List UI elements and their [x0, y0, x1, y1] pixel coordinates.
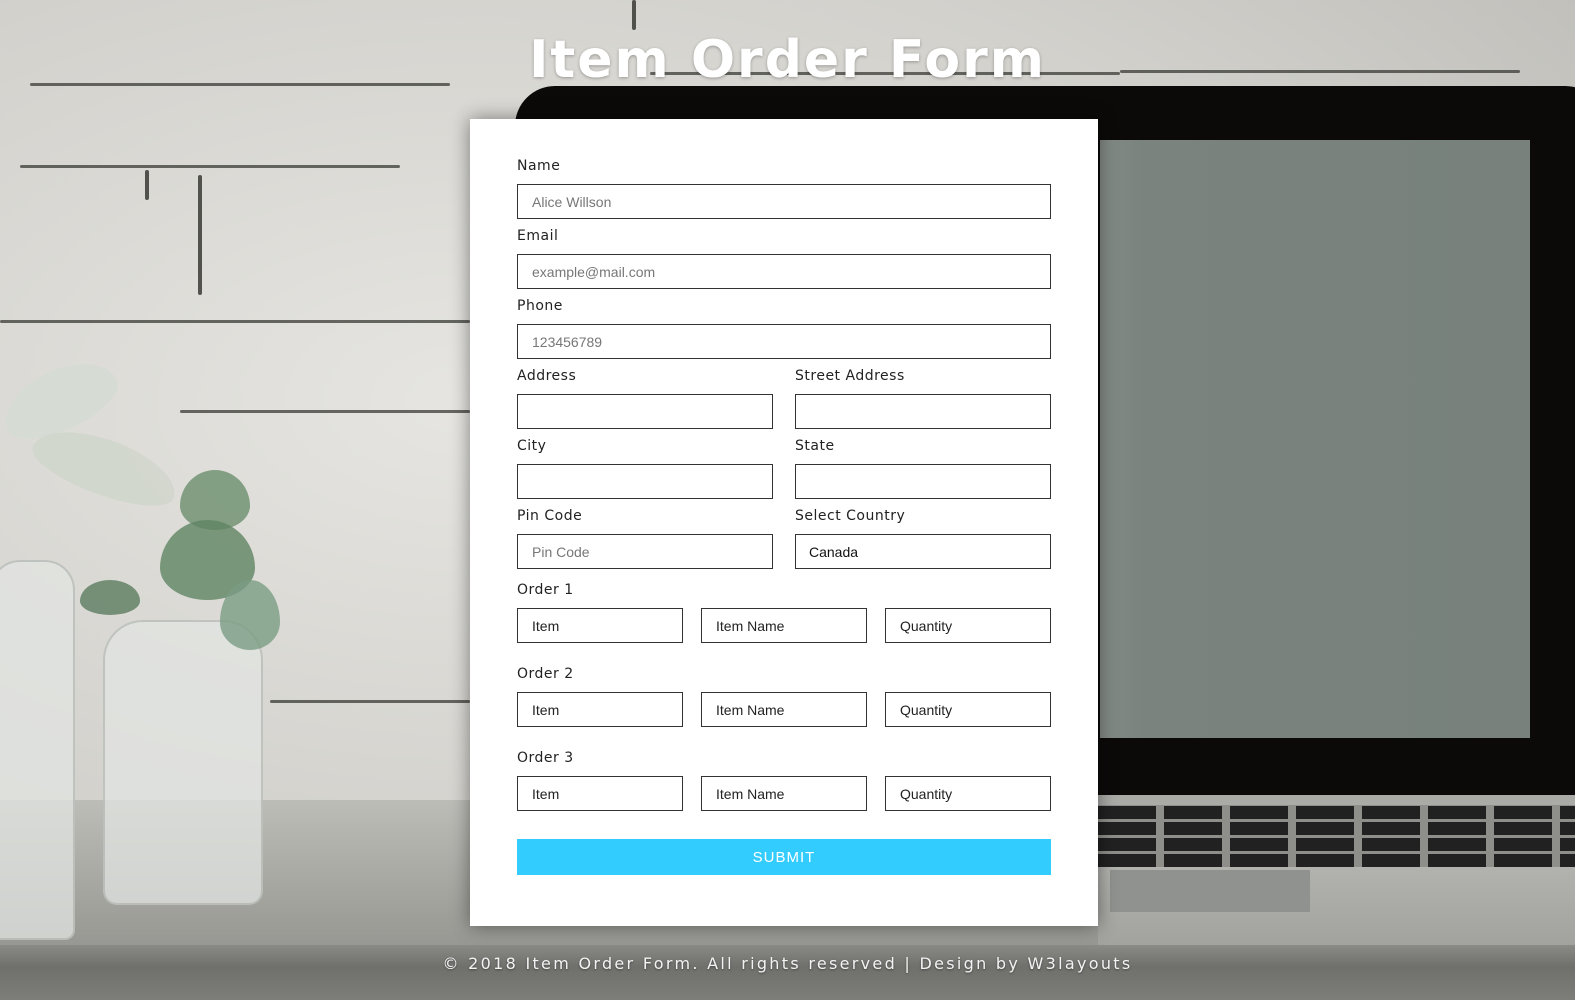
brick-mortar — [20, 165, 400, 168]
item-order-form: Name Email Phone Address Street Address … — [470, 119, 1098, 926]
order-2-item-name-input[interactable] — [701, 692, 867, 727]
order-2-item-input[interactable] — [517, 692, 683, 727]
address-input[interactable] — [517, 394, 773, 429]
email-label: Email — [517, 228, 559, 244]
brick-mortar — [198, 175, 202, 295]
glass-vase — [0, 560, 75, 940]
email-field-group: Email — [517, 227, 1051, 289]
city-input[interactable] — [517, 464, 773, 499]
pin-code-input[interactable] — [517, 534, 773, 569]
brick-mortar — [145, 170, 149, 200]
street-address-input[interactable] — [795, 394, 1051, 429]
city-field-group: City — [517, 437, 773, 499]
order-1-row — [517, 608, 1051, 643]
footer-copyright: © 2018 Item Order Form. All rights reser… — [0, 954, 1575, 973]
order-3-group: Order 3 — [517, 749, 1051, 811]
order-3-row — [517, 776, 1051, 811]
pin-code-field-group: Pin Code — [517, 507, 773, 569]
order-3-quantity-input[interactable] — [885, 776, 1051, 811]
order-2-row — [517, 692, 1051, 727]
street-address-field-group: Street Address — [795, 367, 1051, 429]
order-2-group: Order 2 — [517, 665, 1051, 727]
order-1-group: Order 1 — [517, 581, 1051, 643]
order-3-item-input[interactable] — [517, 776, 683, 811]
address-field-group: Address — [517, 367, 773, 429]
street-address-label: Street Address — [795, 368, 905, 384]
name-label: Name — [517, 158, 561, 174]
country-select[interactable]: Canada — [795, 534, 1051, 569]
brick-mortar — [270, 700, 470, 703]
brick-mortar — [180, 410, 470, 413]
footer-designer-link[interactable]: W3layouts — [1028, 954, 1133, 973]
city-label: City — [517, 438, 547, 454]
state-input[interactable] — [795, 464, 1051, 499]
email-input[interactable] — [517, 254, 1051, 289]
pin-code-label: Pin Code — [517, 508, 583, 524]
state-field-group: State — [795, 437, 1051, 499]
brick-mortar — [0, 320, 470, 323]
name-field-group: Name — [517, 157, 1051, 219]
order-1-label: Order 1 — [517, 582, 574, 598]
phone-input[interactable] — [517, 324, 1051, 359]
order-2-label: Order 2 — [517, 666, 574, 682]
submit-button[interactable]: SUBMIT — [517, 839, 1051, 875]
country-field-group: Select Country Canada — [795, 507, 1051, 569]
laptop-screen — [1100, 140, 1530, 738]
order-1-item-name-input[interactable] — [701, 608, 867, 643]
address-row: Address Street Address — [517, 367, 1051, 429]
brick-mortar — [632, 0, 636, 30]
order-3-item-name-input[interactable] — [701, 776, 867, 811]
order-3-label: Order 3 — [517, 750, 574, 766]
pin-country-row: Pin Code Select Country Canada — [517, 507, 1051, 569]
order-2-quantity-input[interactable] — [885, 692, 1051, 727]
footer-copyright-text: © 2018 Item Order Form. All rights reser… — [442, 954, 1028, 973]
address-label: Address — [517, 368, 577, 384]
plant-leaf — [80, 580, 140, 615]
page-title: Item Order Form — [529, 30, 1046, 90]
name-input[interactable] — [517, 184, 1051, 219]
phone-label: Phone — [517, 298, 563, 314]
plant-leaf — [220, 580, 280, 650]
order-1-item-input[interactable] — [517, 608, 683, 643]
laptop-trackpad — [1110, 870, 1310, 912]
order-1-quantity-input[interactable] — [885, 608, 1051, 643]
state-label: State — [795, 438, 835, 454]
phone-field-group: Phone — [517, 297, 1051, 359]
city-state-row: City State — [517, 437, 1051, 499]
country-label: Select Country — [795, 508, 906, 524]
laptop-keyboard — [1098, 805, 1575, 867]
glass-vase — [103, 620, 263, 905]
